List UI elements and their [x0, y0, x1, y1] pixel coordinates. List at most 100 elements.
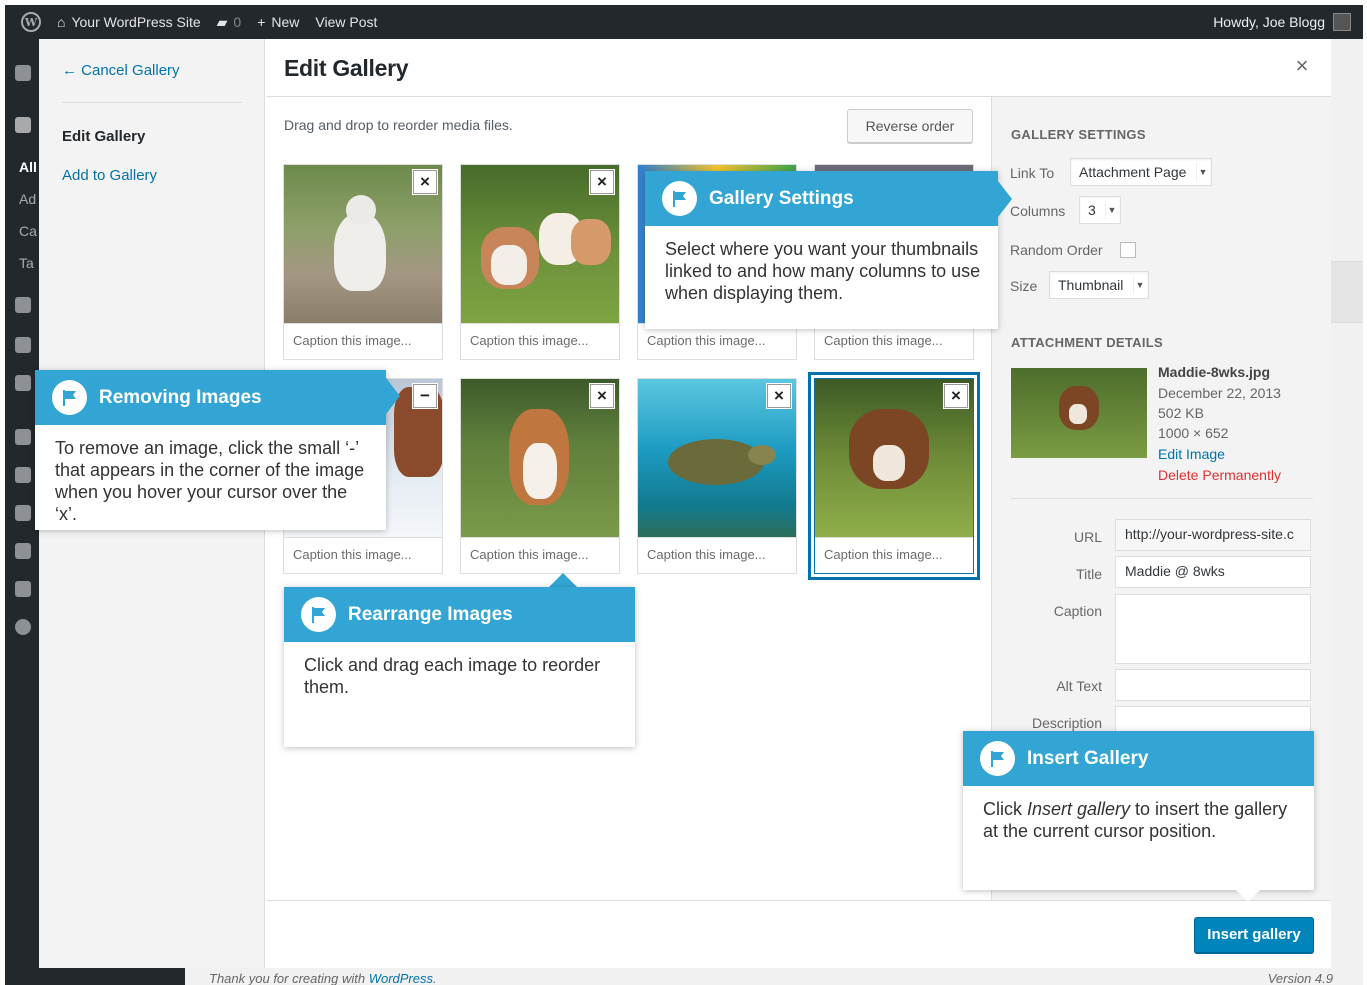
callout-title: Removing Images — [99, 386, 262, 408]
flag-icon — [662, 181, 697, 216]
description-label: Description — [1031, 715, 1102, 731]
add-to-gallery-link[interactable]: Add to Gallery — [62, 167, 157, 184]
alt-text-field[interactable] — [1115, 669, 1311, 701]
random-order-checkbox[interactable] — [1120, 242, 1136, 258]
attachment-thumbnail — [1011, 368, 1147, 458]
media-icon[interactable] — [15, 297, 31, 313]
remove-image-minus-icon[interactable]: − — [413, 384, 437, 408]
flag-icon — [301, 597, 336, 632]
menu-item-all[interactable]: All — [19, 159, 37, 175]
link-to-label: Link To — [1010, 165, 1055, 181]
media-toolbar — [266, 900, 1331, 968]
columns-label: Columns — [1010, 203, 1066, 219]
wordpress-logo-icon[interactable]: W — [21, 12, 41, 32]
title-label: Title — [1076, 566, 1102, 582]
footer-thanks: Thank you for creating with WordPress. — [209, 971, 437, 985]
collapse-menu-icon[interactable] — [15, 619, 31, 635]
gallery-item-selected[interactable]: × Caption this image... — [814, 378, 974, 574]
callout-pointer — [998, 181, 1012, 217]
gallery-item[interactable]: × Caption this image... — [460, 164, 620, 360]
howdy-text: Howdy, Joe Blogg — [1213, 14, 1325, 30]
plugins-icon[interactable] — [15, 467, 31, 483]
tools-icon[interactable] — [15, 543, 31, 559]
footer-wordpress-link[interactable]: WordPress — [369, 971, 433, 985]
url-label: URL — [1073, 529, 1102, 545]
my-account-link[interactable]: Howdy, Joe Blogg — [1213, 13, 1351, 31]
size-label: Size — [1010, 278, 1038, 294]
posts-icon[interactable] — [15, 117, 31, 133]
comments-icon[interactable] — [15, 375, 31, 391]
comment-icon: ▰ — [216, 13, 228, 30]
menu-item-edit-gallery[interactable]: Edit Gallery — [62, 128, 145, 145]
comments-count: 0 — [233, 14, 242, 30]
users-icon[interactable] — [15, 505, 31, 521]
callout-title: Gallery Settings — [709, 187, 854, 209]
home-icon: ⌂ — [57, 14, 66, 30]
url-field[interactable]: http://your-wordpress-site.c — [1115, 519, 1311, 551]
callout-body: Select where you want your thumbnails li… — [665, 239, 981, 303]
gallery-item[interactable]: × Caption this image... — [283, 164, 443, 360]
site-name-link[interactable]: ⌂ Your WordPress Site — [57, 14, 201, 30]
caption-input[interactable]: Caption this image... — [638, 537, 796, 573]
close-icon[interactable]: × — [1291, 55, 1313, 77]
edit-image-link[interactable]: Edit Image — [1158, 446, 1225, 462]
gallery-item[interactable]: × Caption this image... — [637, 378, 797, 574]
chevron-down-icon: ▼ — [1133, 276, 1146, 294]
caption-input[interactable]: Caption this image... — [461, 323, 619, 359]
title-field[interactable]: Maddie @ 8wks — [1115, 556, 1311, 588]
gallery-item[interactable]: × Caption this image... — [460, 378, 620, 574]
chevron-down-icon: ▼ — [1105, 201, 1118, 219]
flag-icon — [52, 380, 87, 415]
random-order-label: Random Order — [1010, 242, 1103, 258]
remove-image-icon[interactable]: × — [767, 384, 791, 408]
caption-input[interactable]: Caption this image... — [461, 537, 619, 573]
cancel-gallery-link[interactable]: ← Cancel Gallery — [62, 62, 180, 79]
admin-background-right — [1331, 39, 1363, 985]
link-to-select[interactable]: Attachment Page ▼ — [1070, 158, 1212, 186]
attachment-dimensions: 1000 × 652 — [1158, 425, 1229, 441]
view-post-label: View Post — [315, 14, 378, 30]
caption-input[interactable]: Caption this image... — [284, 323, 442, 359]
callout-body: To remove an image, click the small ‘-’ … — [55, 438, 365, 524]
remove-image-icon[interactable]: × — [944, 384, 968, 408]
callout-body: Click Insert gallery to insert the galle… — [983, 799, 1288, 841]
callout-title: Rearrange Images — [348, 603, 513, 625]
menu-item-categories[interactable]: Ca — [19, 223, 37, 239]
flag-icon — [980, 741, 1015, 776]
size-select[interactable]: Thumbnail ▼ — [1049, 271, 1149, 299]
remove-image-icon[interactable]: × — [590, 170, 614, 194]
admin-menu: All Ad Ca Ta — [5, 39, 39, 985]
caption-textarea[interactable] — [1115, 594, 1311, 664]
admin-bar: W ⌂ Your WordPress Site ▰ 0 + New View P… — [5, 5, 1363, 39]
caption-input[interactable]: Caption this image... — [284, 537, 442, 573]
caption-input[interactable]: Caption this image... — [815, 537, 973, 573]
menu-item-add[interactable]: Ad — [19, 191, 36, 207]
plus-icon: + — [257, 14, 266, 30]
admin-footer: Thank you for creating with WordPress. V… — [39, 968, 1363, 985]
callout-pointer — [386, 378, 400, 414]
attachment-details-heading: ATTACHMENT DETAILS — [1011, 335, 1163, 350]
footer-version: Version 4.9 — [1267, 971, 1333, 985]
settings-icon[interactable] — [15, 581, 31, 597]
dashboard-icon[interactable] — [15, 65, 31, 81]
delete-permanently-link[interactable]: Delete Permanently — [1158, 467, 1281, 483]
menu-separator — [62, 102, 242, 103]
appearance-icon[interactable] — [15, 429, 31, 445]
site-name: Your WordPress Site — [71, 14, 201, 30]
new-content-link[interactable]: + New — [257, 14, 299, 30]
new-label: New — [271, 14, 300, 30]
reorder-hint: Drag and drop to reorder media files. — [284, 117, 513, 133]
comments-link[interactable]: ▰ 0 — [217, 14, 242, 31]
columns-select[interactable]: 3 ▼ — [1079, 196, 1121, 224]
reverse-order-button[interactable]: Reverse order — [847, 109, 973, 143]
pages-icon[interactable] — [15, 337, 31, 353]
remove-image-icon[interactable]: × — [590, 384, 614, 408]
avatar — [1333, 13, 1351, 31]
menu-item-tags[interactable]: Ta — [19, 255, 34, 271]
modal-title: Edit Gallery — [284, 55, 409, 81]
view-post-link[interactable]: View Post — [315, 14, 377, 30]
insert-gallery-button[interactable]: Insert gallery — [1194, 917, 1314, 953]
remove-image-icon[interactable]: × — [413, 170, 437, 194]
callout-title: Insert Gallery — [1027, 747, 1149, 769]
callout-gallery-settings: Gallery Settings Select where you want y… — [645, 171, 998, 329]
